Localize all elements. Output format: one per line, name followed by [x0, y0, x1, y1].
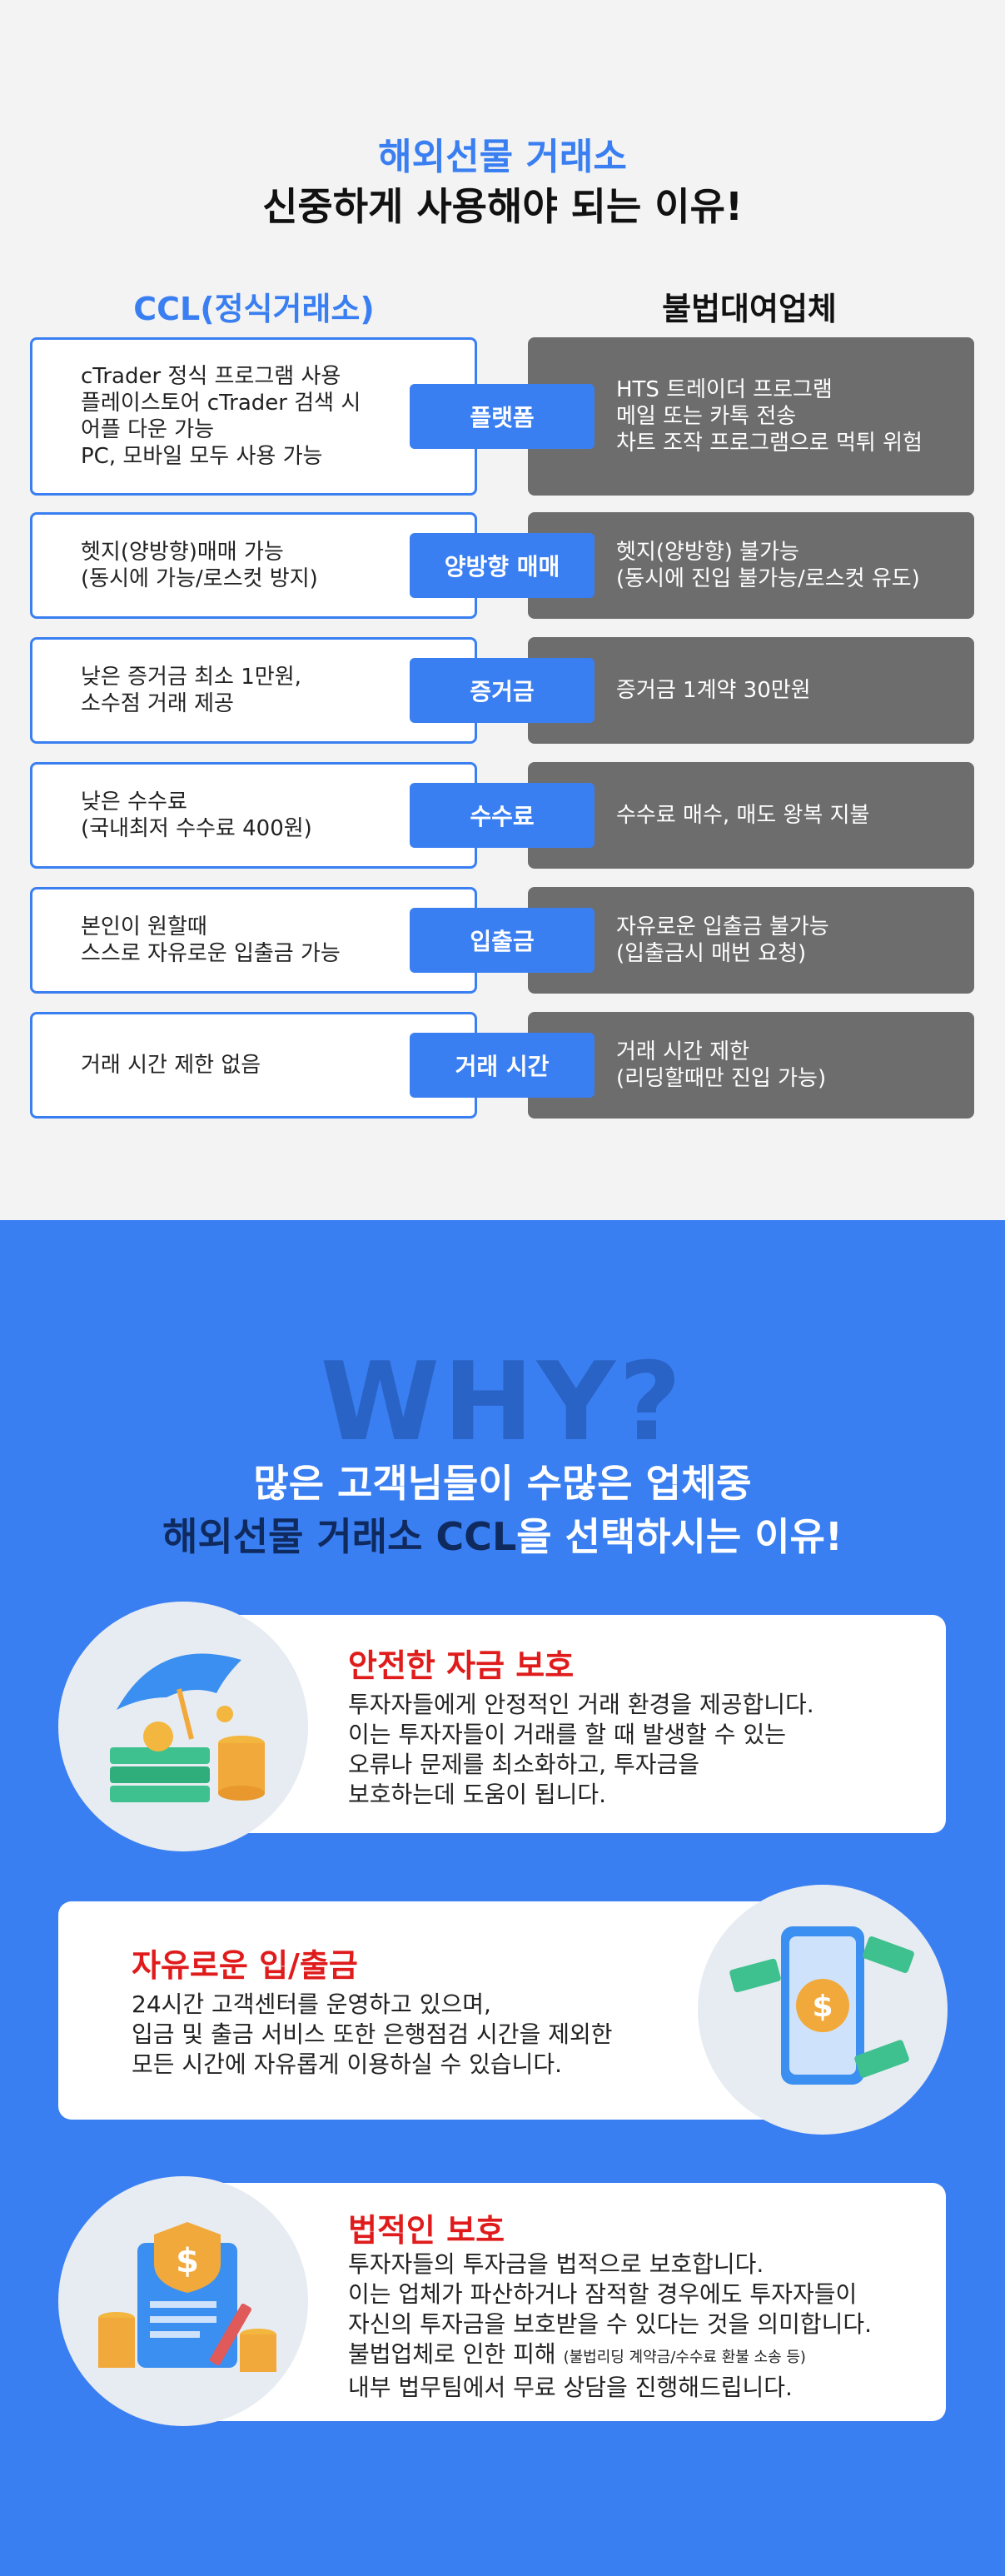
phone-coin-icon: $	[698, 1885, 948, 2135]
body-line: 투자자들의 투자금을 법적으로 보호합니다.	[348, 2250, 764, 2278]
why-title-accent: 해외선물 거래소 CCL	[162, 1514, 517, 1559]
svg-text:$: $	[176, 2242, 199, 2280]
illegal-cell-text: 자유로운 입출금 불가능 (입출금시 매번 요청)	[616, 914, 829, 966]
feature-card-title: 자유로운 입/출금	[132, 1947, 358, 1984]
why-title-line2: 해외선물 거래소 CCL을 선택하시는 이유!	[0, 1507, 1005, 1562]
illegal-cell: 거래 시간 제한 (리딩할때만 진입 가능)	[528, 1012, 974, 1119]
section-title-line2: 신중하게 사용해야 되는 이유!	[262, 184, 743, 229]
ccl-column-header: CCL(정식거래소)	[133, 291, 375, 327]
feature-card-title: 안전한 자금 보호	[348, 1647, 575, 1684]
row-label-badge: 양방향 매매	[410, 533, 595, 598]
illegal-cell-text: HTS 트레이더 프로그램 메일 또는 카톡 전송 차트 조작 프로그램으로 먹…	[616, 377, 923, 456]
illegal-cell-text: 증거금 1계약 30만원	[616, 678, 811, 703]
body-line: 자신의 투자금을 보호받을 수 있다는 것을 의미합니다.	[348, 2310, 873, 2338]
ccl-cell-text: 본인이 원할때 스스로 자유로운 입출금 가능	[81, 914, 341, 966]
ccl-cell-text: 헷지(양방향)매매 가능 (동시에 가능/로스컷 방지)	[81, 540, 318, 591]
row-label-badge: 플랫폼	[410, 384, 595, 449]
why-section: WHY? 많은 고객님들이 수많은 업체중 해외선물 거래소 CCL을 선택하시…	[0, 1220, 1005, 2576]
illegal-cell: 증거금 1계약 30만원	[528, 637, 974, 744]
illegal-cell: HTS 트레이더 프로그램 메일 또는 카톡 전송 차트 조작 프로그램으로 먹…	[528, 337, 974, 496]
feature-card-body: 투자자들의 투자금을 법적으로 보호합니다. 이는 업체가 파산하거나 잠적할 …	[348, 2250, 872, 2403]
ccl-cell-text: 낮은 수수료 (국내최저 수수료 400원)	[81, 790, 312, 841]
section-title-line1: 해외선물 거래소	[378, 136, 627, 178]
why-watermark: WHY?	[320, 1338, 685, 1465]
illegal-cell: 수수료 매수, 매도 왕복 지불	[528, 762, 974, 869]
illegal-column-header: 불법대여업체	[662, 291, 837, 327]
row-label-badge: 입출금	[410, 908, 595, 973]
body-line: 불법업체로 인한 피해 (불법리딩 계약금/수수료 환불 소송 등)	[348, 2339, 872, 2373]
illegal-cell-text: 거래 시간 제한 (리딩할때만 진입 가능)	[616, 1039, 827, 1091]
ccl-cell-text: cTrader 정식 프로그램 사용 플레이스토어 cTrader 검색 시 어…	[81, 364, 361, 469]
illegal-cell: 자유로운 입출금 불가능 (입출금시 매번 요청)	[528, 887, 974, 994]
row-label-badge: 거래 시간	[410, 1033, 595, 1098]
comparison-row-trading-hours: 거래 시간 제한 없음 거래 시간 제한 (리딩할때만 진입 가능) 거래 시간	[30, 1012, 974, 1119]
body-line-footnote: (불법리딩 계약금/수수료 환불 소송 등)	[563, 2349, 806, 2366]
feature-card-body: 24시간 고객센터를 운영하고 있으며, 입금 및 출금 서비스 또한 은행점검…	[132, 1991, 613, 2078]
body-line: 이는 업체가 파산하거나 잠적할 경우에도 투자자들이	[348, 2280, 858, 2308]
comparison-section: 해외선물 거래소 신중하게 사용해야 되는 이유! CCL(정식거래소) 불법대…	[0, 0, 1005, 1220]
feature-card-body: 투자자들에게 안정적인 거래 환경을 제공합니다. 이는 투자자들이 거래를 할…	[348, 1691, 814, 1808]
row-label-badge: 증거금	[410, 658, 595, 723]
why-title-rest: 을 선택하시는 이유!	[516, 1514, 843, 1559]
illegal-cell-text: 수수료 매수, 매도 왕복 지불	[616, 803, 870, 828]
illegal-cell-text: 헷지(양방향) 불가능 (동시에 진입 불가능/로스컷 유도)	[616, 540, 920, 591]
why-title-line1: 많은 고객님들이 수많은 업체중	[253, 1461, 752, 1506]
ccl-cell-text: 낮은 증거금 최소 1만원, 소수점 거래 제공	[81, 665, 301, 716]
comparison-row-hedge: 헷지(양방향)매매 가능 (동시에 가능/로스컷 방지) 헷지(양방향) 불가능…	[30, 512, 974, 619]
legal-document-icon: $	[58, 2176, 308, 2426]
svg-text:$: $	[812, 1990, 833, 2024]
comparison-row-fee: 낮은 수수료 (국내최저 수수료 400원) 수수료 매수, 매도 왕복 지불 …	[30, 762, 974, 869]
row-label-badge: 수수료	[410, 783, 595, 848]
body-line: 내부 법무팀에서 무료 상담을 진행해드립니다.	[348, 2374, 793, 2401]
umbrella-money-icon	[58, 1602, 308, 1851]
illegal-cell: 헷지(양방향) 불가능 (동시에 진입 불가능/로스컷 유도)	[528, 512, 974, 619]
comparison-row-platform: cTrader 정식 프로그램 사용 플레이스토어 cTrader 검색 시 어…	[30, 337, 974, 496]
ccl-cell-text: 거래 시간 제한 없음	[81, 1053, 261, 1078]
feature-card-title: 법적인 보호	[348, 2212, 505, 2249]
comparison-row-margin: 낮은 증거금 최소 1만원, 소수점 거래 제공 증거금 1계약 30만원 증거…	[30, 637, 974, 744]
body-line-main: 불법업체로 인한 피해	[348, 2340, 556, 2368]
comparison-row-deposit: 본인이 원할때 스스로 자유로운 입출금 가능 자유로운 입출금 불가능 (입출…	[30, 887, 974, 994]
